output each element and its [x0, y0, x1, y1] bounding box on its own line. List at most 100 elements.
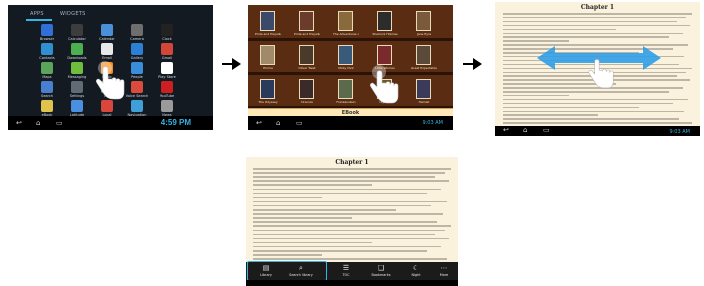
book-cover[interactable]: [260, 11, 275, 31]
text-line: [253, 188, 441, 191]
text-line: [253, 172, 445, 174]
text-line: [503, 36, 669, 38]
book-title: Sherlock Holmes: [372, 32, 398, 36]
app-icon: [161, 43, 173, 55]
chapter-title: Chapter 1: [335, 159, 369, 166]
text-line: [503, 91, 669, 93]
bookshelf-screen: Pride and Prejudice Pride and Prejudice Th…: [248, 5, 453, 130]
text-line: [253, 254, 322, 256]
book-cover[interactable]: [299, 45, 314, 65]
back-icon[interactable]: ↩: [256, 119, 262, 127]
tap-hand-icon: [370, 65, 399, 104]
highlighted-toolbar-items: [247, 261, 327, 281]
app-icon: [71, 43, 83, 55]
app-label: Calculator: [68, 37, 86, 41]
book-title: Pride and Prejudice: [294, 32, 320, 36]
book-cover[interactable]: [260, 79, 275, 99]
book-title: The Adventures of Tom: [333, 32, 359, 36]
system-nav-bar: ↩ ⌂ ▭ 9:03 AM: [248, 116, 453, 130]
more-icon: ⋯: [440, 264, 448, 272]
text-line: [503, 40, 569, 42]
toolbar-more-button[interactable]: ⋯ More: [429, 263, 458, 279]
app-icon: [131, 62, 143, 74]
book-cover[interactable]: [416, 79, 431, 99]
toolbar-night-button[interactable]: ☾ Night: [401, 263, 431, 279]
book-title: Moby Dick: [338, 66, 354, 70]
book-cover[interactable]: [416, 11, 431, 31]
app-icon: [131, 43, 143, 55]
app-label: YouTube: [159, 94, 175, 98]
ebook-bar-label: EBook: [341, 109, 360, 116]
toolbar-toc-button[interactable]: ☰ TOC: [331, 263, 361, 279]
reader-menu-screen: Chapter 1 ▤ Library ⌕ Search library ☰ TOC ❑ Bo…: [246, 157, 458, 286]
book-cover[interactable]: [260, 45, 275, 65]
recents-icon[interactable]: ▭: [56, 119, 63, 127]
book-cover[interactable]: [338, 79, 353, 99]
app-icon: [71, 62, 83, 74]
shelf-board: [248, 38, 453, 41]
app-label: Messaging: [67, 75, 87, 79]
book-cover[interactable]: [338, 45, 353, 65]
back-icon[interactable]: ↩: [16, 119, 22, 127]
toolbar-label: TOC: [342, 273, 350, 277]
text-line: [253, 204, 431, 207]
home-icon[interactable]: ⌂: [523, 126, 527, 134]
app-icon: [41, 24, 53, 36]
toolbar-label: Night: [411, 273, 421, 277]
app-label: Calendar: [99, 37, 115, 41]
app-label: Downloads: [67, 56, 87, 60]
tab-apps[interactable]: APPS: [30, 11, 44, 17]
text-line: [253, 200, 447, 203]
text-line: [253, 225, 451, 227]
arrow-right-icon: [463, 58, 482, 70]
ebook-bar[interactable]: EBook: [248, 108, 453, 116]
app-icon: [131, 24, 143, 36]
text-line: [503, 94, 569, 97]
app-label: Maps: [42, 75, 52, 79]
text-line: [253, 192, 427, 195]
status-clock: 9:03 AM: [669, 129, 690, 135]
book-cover[interactable]: [377, 45, 392, 65]
app-icon: [101, 43, 113, 55]
text-line: [253, 233, 435, 236]
home-icon[interactable]: ⌂: [36, 119, 40, 127]
text-line: [253, 258, 447, 260]
arrow-right-icon: [222, 58, 241, 70]
book-cover[interactable]: [377, 11, 392, 31]
book-title: Jane Eyre: [416, 32, 432, 36]
recents-icon[interactable]: ▭: [296, 119, 303, 127]
status-clock: 4:59 PM: [160, 118, 191, 127]
app-icon: [161, 100, 173, 112]
recents-icon[interactable]: ▭: [543, 126, 550, 134]
book-cover[interactable]: [299, 11, 314, 31]
book-cover[interactable]: [299, 79, 314, 99]
book-title: Dracula: [301, 100, 313, 104]
text-line: [253, 196, 322, 199]
book-title: Great Expectations: [411, 66, 437, 70]
app-icon: [71, 24, 83, 36]
book-title: Hamlet: [418, 100, 430, 104]
app-icon: [131, 100, 143, 112]
app-label: Gmail: [161, 56, 173, 60]
text-line: [253, 180, 449, 182]
text-line: [253, 245, 441, 248]
app-icon: [131, 81, 143, 93]
home-icon[interactable]: ⌂: [276, 119, 280, 127]
tab-widgets[interactable]: WIDGETS: [60, 11, 86, 17]
back-icon[interactable]: ↩: [503, 126, 509, 134]
status-clock: 9:03 AM: [422, 120, 443, 126]
text-line: [253, 213, 443, 215]
app-label: Gallery: [130, 56, 144, 60]
book-cover[interactable]: [338, 11, 353, 31]
app-icon: [41, 81, 53, 93]
book-cover[interactable]: [416, 45, 431, 65]
app-icon: [161, 62, 173, 74]
app-icon: [41, 100, 53, 112]
app-icon: [41, 43, 53, 55]
shelf-board: [248, 72, 453, 75]
text-line: [503, 102, 673, 105]
night-icon: ☾: [412, 264, 420, 272]
app-icon: [71, 81, 83, 93]
toolbar-bookmarks-button[interactable]: ❑ Bookmarks: [366, 263, 396, 279]
text-line: [253, 184, 372, 186]
